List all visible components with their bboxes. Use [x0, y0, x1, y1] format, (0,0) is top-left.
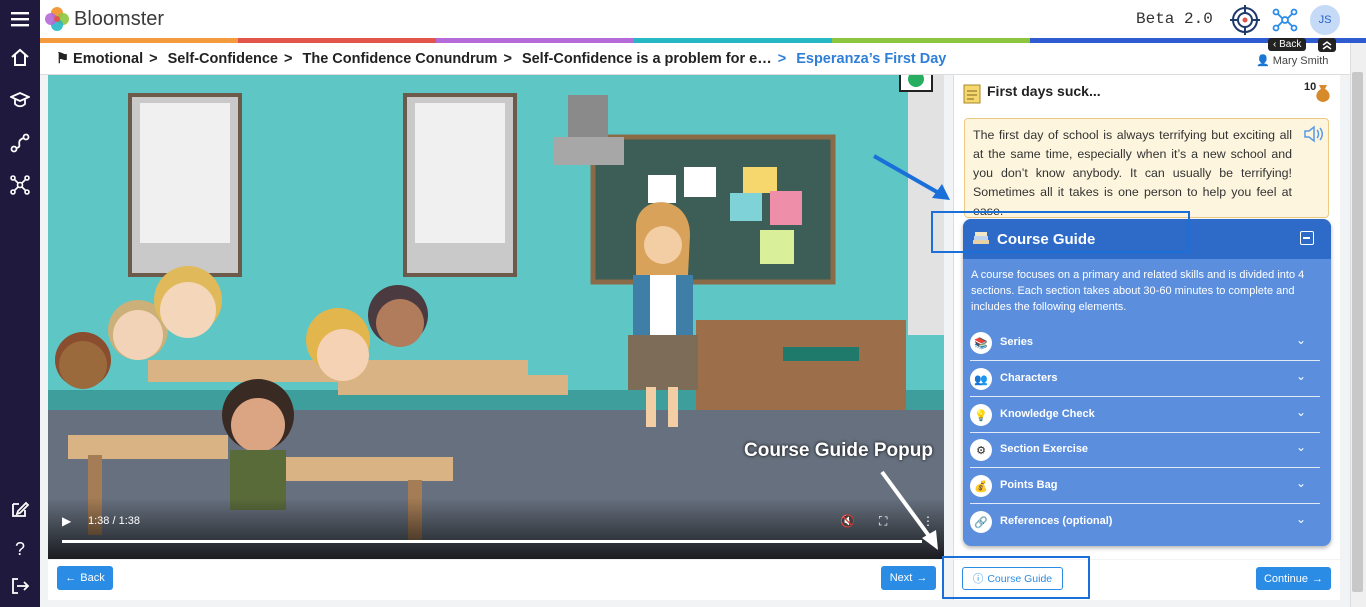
- guide-item-section-exercise[interactable]: ⚙ Section Exercise ⌄: [970, 432, 1320, 468]
- collapse-up-button[interactable]: [1318, 38, 1336, 52]
- annotation-arrow: [873, 154, 950, 200]
- guide-item-knowledge-check[interactable]: 💡 Knowledge Check ⌄: [970, 397, 1320, 433]
- breadcrumb-current: Esperanza’s First Day: [796, 51, 947, 67]
- annotation-label: Course Guide Popup: [744, 440, 933, 461]
- help-icon[interactable]: ?: [8, 537, 32, 561]
- money-bag-icon: [1314, 83, 1332, 108]
- continue-button[interactable]: Continue →: [1256, 567, 1331, 590]
- annotation-arrow: [880, 470, 938, 550]
- user-name: Mary Smith: [1272, 55, 1329, 67]
- guide-item-points-bag[interactable]: 💰 Points Bag ⌄: [970, 468, 1320, 504]
- highlight-box-button: [942, 556, 1090, 599]
- back-button[interactable]: ← Back: [57, 566, 113, 590]
- breadcrumb-item[interactable]: The Confidence Conundrum: [303, 51, 498, 67]
- lesson-footer: ← Back Next →: [48, 560, 944, 600]
- course-guide-popup: Course Guide A course focuses on a prima…: [963, 219, 1331, 546]
- breadcrumb-separator: >: [777, 51, 787, 67]
- network-map-icon[interactable]: [1272, 7, 1298, 38]
- guide-item-series[interactable]: 📚 Series ⌄: [970, 325, 1320, 361]
- edit-icon[interactable]: [8, 497, 32, 521]
- lightbulb-icon: 💡: [970, 404, 992, 426]
- chevron-down-icon: ⌄: [1296, 440, 1307, 454]
- breadcrumb-separator: >: [503, 51, 512, 67]
- speaker-icon[interactable]: [1303, 124, 1325, 149]
- home-icon[interactable]: [8, 45, 32, 69]
- graduation-cap-icon[interactable]: [8, 88, 32, 112]
- story-text-box: The first day of school is always terrif…: [964, 118, 1329, 218]
- arrow-right-icon: →: [916, 572, 928, 584]
- play-icon[interactable]: ▶: [62, 514, 71, 528]
- sidebar: ?: [0, 0, 40, 607]
- breadcrumb-item[interactable]: Emotional: [73, 51, 143, 67]
- top-bar: Bloomster Beta 2.0 JS: [40, 0, 1366, 38]
- user-avatar[interactable]: JS: [1310, 5, 1340, 35]
- video-time: 1:38 / 1:38: [88, 515, 140, 527]
- guide-item-label: Characters: [1000, 372, 1058, 384]
- guide-item-label: References (optional): [1000, 515, 1113, 527]
- breadcrumb-item[interactable]: Self-Confidence: [168, 51, 278, 67]
- guide-item-label: Series: [1000, 336, 1034, 348]
- arrow-right-icon: →: [1312, 572, 1324, 585]
- user-icon: 👤: [1256, 55, 1270, 67]
- breadcrumb-separator: >: [284, 51, 293, 67]
- mute-icon[interactable]: 🔇: [840, 514, 855, 528]
- guide-item-label: Section Exercise: [1000, 443, 1089, 455]
- path-icon[interactable]: [8, 131, 32, 155]
- panel-title: First days suck...: [987, 83, 1101, 99]
- guide-item-references[interactable]: 🔗 References (optional) ⌄: [970, 504, 1320, 540]
- back-link-label: Back: [1279, 39, 1302, 50]
- target-icon[interactable]: [1230, 5, 1260, 40]
- chevron-down-icon: ⌄: [1296, 333, 1307, 347]
- breadcrumb: ⚑ Emotional > Self-Confidence > The Confid…: [40, 38, 1366, 75]
- notepad-icon: [962, 82, 982, 109]
- back-button-label: Back: [80, 572, 105, 584]
- continue-button-label: Continue: [1263, 572, 1309, 585]
- chevron-up-icon: [1322, 41, 1332, 50]
- guide-item-label: Knowledge Check: [1000, 408, 1095, 420]
- chevron-down-icon: ⌄: [1296, 405, 1307, 419]
- course-guide-description: A course focuses on a primary and relate…: [971, 269, 1305, 313]
- arrow-left-icon: ←: [65, 572, 77, 584]
- video-controls: ▶ 1:38 / 1:38 🔇 ⛶ ⋮: [48, 498, 944, 559]
- next-button[interactable]: Next →: [881, 566, 936, 590]
- link-icon: 🔗: [970, 511, 992, 533]
- chevron-down-icon: ⌄: [1296, 476, 1307, 490]
- video-player[interactable]: [48, 75, 944, 559]
- version-label: Beta 2.0: [1136, 10, 1213, 28]
- exercise-icon: ⚙: [970, 439, 992, 461]
- minimize-icon[interactable]: [1300, 231, 1314, 245]
- breadcrumb-item[interactable]: Self-Confidence is a problem for e…: [522, 51, 772, 67]
- guide-item-label: Points Bag: [1000, 479, 1058, 491]
- bloomster-logo[interactable]: [44, 6, 70, 32]
- breadcrumb-separator: >: [149, 51, 158, 67]
- highlight-box-popup: [931, 211, 1190, 253]
- video-progress-bar[interactable]: [62, 540, 922, 543]
- series-icon: 📚: [970, 332, 992, 354]
- menu-icon[interactable]: [8, 7, 32, 31]
- next-button-label: Next: [889, 572, 913, 584]
- characters-icon: 👥: [970, 368, 992, 390]
- scrollbar-thumb[interactable]: [1352, 72, 1363, 592]
- story-text: The first day of school is always terrif…: [973, 128, 1292, 218]
- flag-icon: ⚑: [56, 51, 74, 67]
- chevron-down-icon: ⌄: [1296, 512, 1307, 526]
- back-link-button[interactable]: ‹ Back: [1268, 38, 1307, 51]
- brand-name: Bloomster: [74, 8, 165, 30]
- classroom-scene: [48, 75, 944, 559]
- logout-icon[interactable]: [8, 574, 32, 598]
- chevron-down-icon: ⌄: [1296, 369, 1307, 383]
- guide-item-characters[interactable]: 👥 Characters ⌄: [970, 361, 1320, 397]
- money-bag-icon: 💰: [970, 475, 992, 497]
- network-icon[interactable]: [8, 173, 32, 197]
